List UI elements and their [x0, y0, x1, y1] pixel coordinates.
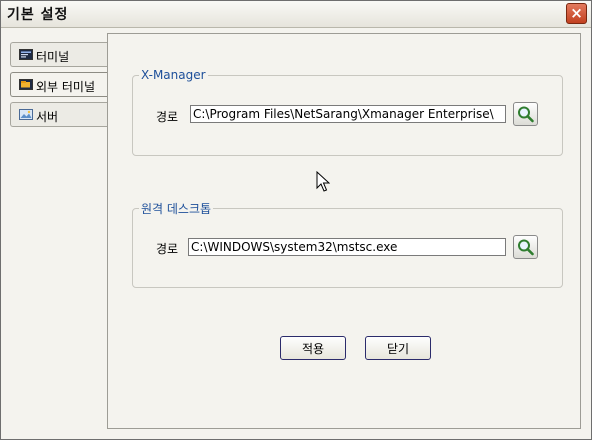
apply-button[interactable]: 적용 [280, 336, 346, 360]
remote-desktop-path-label: 경로 [156, 242, 179, 256]
xmanager-path-label: 경로 [156, 110, 179, 124]
close-window-button[interactable]: × [566, 3, 587, 24]
mouse-cursor-icon [316, 171, 330, 192]
settings-dialog: 기본 설정 × 터미널 외부 터미널 서버 X-Manager 경로 C:\Pr… [0, 0, 592, 440]
external-terminal-panel: X-Manager 경로 원격 데스크톱 경로 적용 닫기 [107, 33, 581, 429]
tab-external-terminal[interactable]: 외부 터미널 [10, 72, 108, 97]
tab-server[interactable]: 서버 [10, 102, 108, 127]
magnifier-icon [518, 106, 534, 123]
tab-external-terminal-label: 외부 터미널 [36, 80, 96, 94]
tab-terminal-label: 터미널 [36, 50, 70, 64]
xmanager-legend: X-Manager [141, 68, 206, 82]
xmanager-path-input[interactable] [190, 105, 506, 123]
remote-desktop-browse-button[interactable] [513, 235, 538, 259]
remote-desktop-legend: 원격 데스크톱 [141, 202, 212, 216]
terminal-icon [19, 49, 33, 60]
close-icon: × [570, 4, 583, 22]
remote-desktop-path-input[interactable] [188, 238, 506, 256]
xmanager-browse-button[interactable] [513, 102, 538, 126]
server-icon [19, 109, 33, 120]
external-terminal-icon [19, 79, 33, 90]
close-button[interactable]: 닫기 [365, 336, 431, 360]
window-title: 기본 설정 [7, 7, 69, 23]
tab-terminal[interactable]: 터미널 [10, 42, 108, 67]
title-bar[interactable]: 기본 설정 × [1, 1, 591, 28]
tab-server-label: 서버 [36, 110, 59, 124]
magnifier-icon [518, 239, 534, 256]
